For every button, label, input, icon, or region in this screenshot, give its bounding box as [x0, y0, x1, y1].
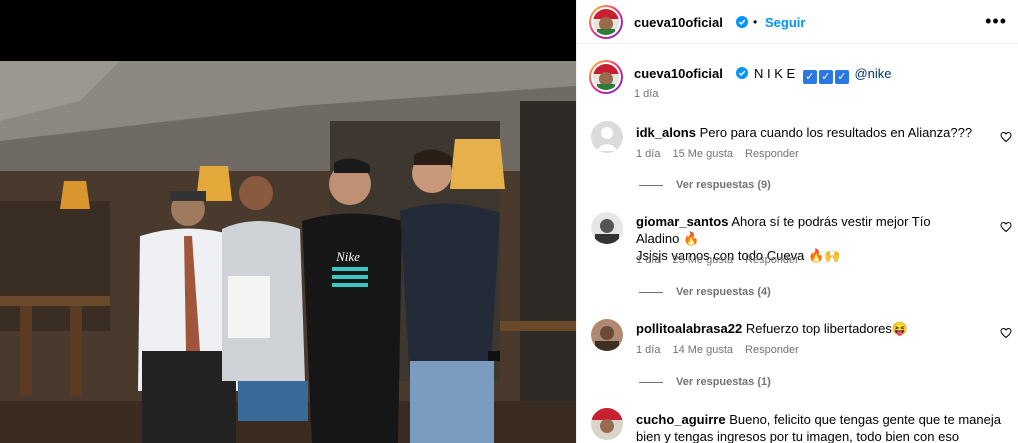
comment-time: 1 día — [636, 254, 661, 266]
shirt-text: Nike — [335, 249, 360, 264]
like-heart-icon[interactable] — [1000, 131, 1012, 143]
comment-avatar[interactable] — [591, 121, 623, 153]
comment-likes[interactable]: 15 Me gusta — [672, 148, 733, 160]
comment-time: 1 día — [636, 148, 661, 160]
comment-username[interactable]: pollitoalabrasa22 — [636, 321, 742, 336]
replies-divider — [639, 382, 663, 383]
caption-body: N I K E — [754, 66, 796, 81]
comment-body: Pero para cuando los resultados en Alian… — [699, 125, 973, 140]
follow-button[interactable]: Seguir — [765, 15, 805, 30]
comment-username[interactable]: cucho_aguirre — [636, 412, 726, 427]
caption-username[interactable]: cueva10oficial — [634, 66, 723, 81]
comment-meta: 1 día 15 Me gusta Responder — [636, 148, 811, 160]
like-heart-icon[interactable] — [1000, 221, 1012, 233]
separator-dot: • — [753, 15, 758, 29]
caption-avatar[interactable] — [589, 60, 623, 94]
comment-body: Bueno, felicito que tengas gente que te … — [729, 412, 1001, 427]
comment-avatar[interactable] — [591, 408, 623, 440]
comment-body: Refuerzo top libertadores😝 — [745, 321, 909, 336]
reply-button[interactable]: Responder — [745, 254, 799, 266]
like-heart-icon[interactable] — [1000, 327, 1012, 339]
comment-username[interactable]: giomar_santos — [636, 214, 728, 229]
author-avatar[interactable] — [589, 5, 623, 39]
view-replies-button[interactable]: Ver respuestas (9) — [676, 179, 771, 191]
check-emoji: ✓ — [802, 70, 817, 84]
comment-body-line2: bien y tengas ingresos por tu imagen, to… — [636, 429, 960, 443]
comment-avatar[interactable] — [591, 319, 623, 351]
post-sidebar: cueva10oficial • Seguir ••• cueva10ofici… — [576, 0, 1018, 443]
caption-text: N I K E ✓ ✓ ✓ @nike — [754, 66, 891, 84]
author-username[interactable]: cueva10oficial — [634, 15, 723, 30]
check-emoji: ✓ — [834, 70, 849, 84]
caption-time: 1 día — [634, 88, 659, 100]
reply-button[interactable]: Responder — [745, 148, 799, 160]
comment-meta: 1 día 14 Me gusta Responder — [636, 344, 811, 356]
comment-likes[interactable]: 25 Me gusta — [672, 254, 733, 266]
post-header: cueva10oficial • Seguir ••• — [577, 0, 1018, 44]
comment-text: cucho_aguirre Bueno, felicito que tengas… — [636, 411, 1006, 443]
post-photo: Nike — [0, 61, 576, 443]
verified-badge-icon — [736, 67, 748, 79]
comment-text: idk_alons Pero para cuando los resultado… — [636, 124, 976, 141]
comment-avatar[interactable] — [591, 212, 623, 244]
replies-divider — [639, 185, 663, 186]
view-replies-button[interactable]: Ver respuestas (1) — [676, 376, 771, 388]
comment-username[interactable]: idk_alons — [636, 125, 696, 140]
reply-button[interactable]: Responder — [745, 344, 799, 356]
post-media: Nike — [0, 0, 576, 443]
mention-link[interactable]: @nike — [854, 66, 891, 81]
comment-text: pollitoalabrasa22 Refuerzo top libertado… — [636, 320, 976, 337]
more-options-icon[interactable]: ••• — [985, 12, 1007, 30]
view-replies-button[interactable]: Ver respuestas (4) — [676, 286, 771, 298]
verified-badge-icon — [736, 16, 748, 28]
check-emoji: ✓ — [818, 70, 833, 84]
replies-divider — [639, 292, 663, 293]
comment-time: 1 día — [636, 344, 661, 356]
comment-meta: 1 día 25 Me gusta Responder — [636, 254, 811, 266]
comment-likes[interactable]: 14 Me gusta — [672, 344, 733, 356]
